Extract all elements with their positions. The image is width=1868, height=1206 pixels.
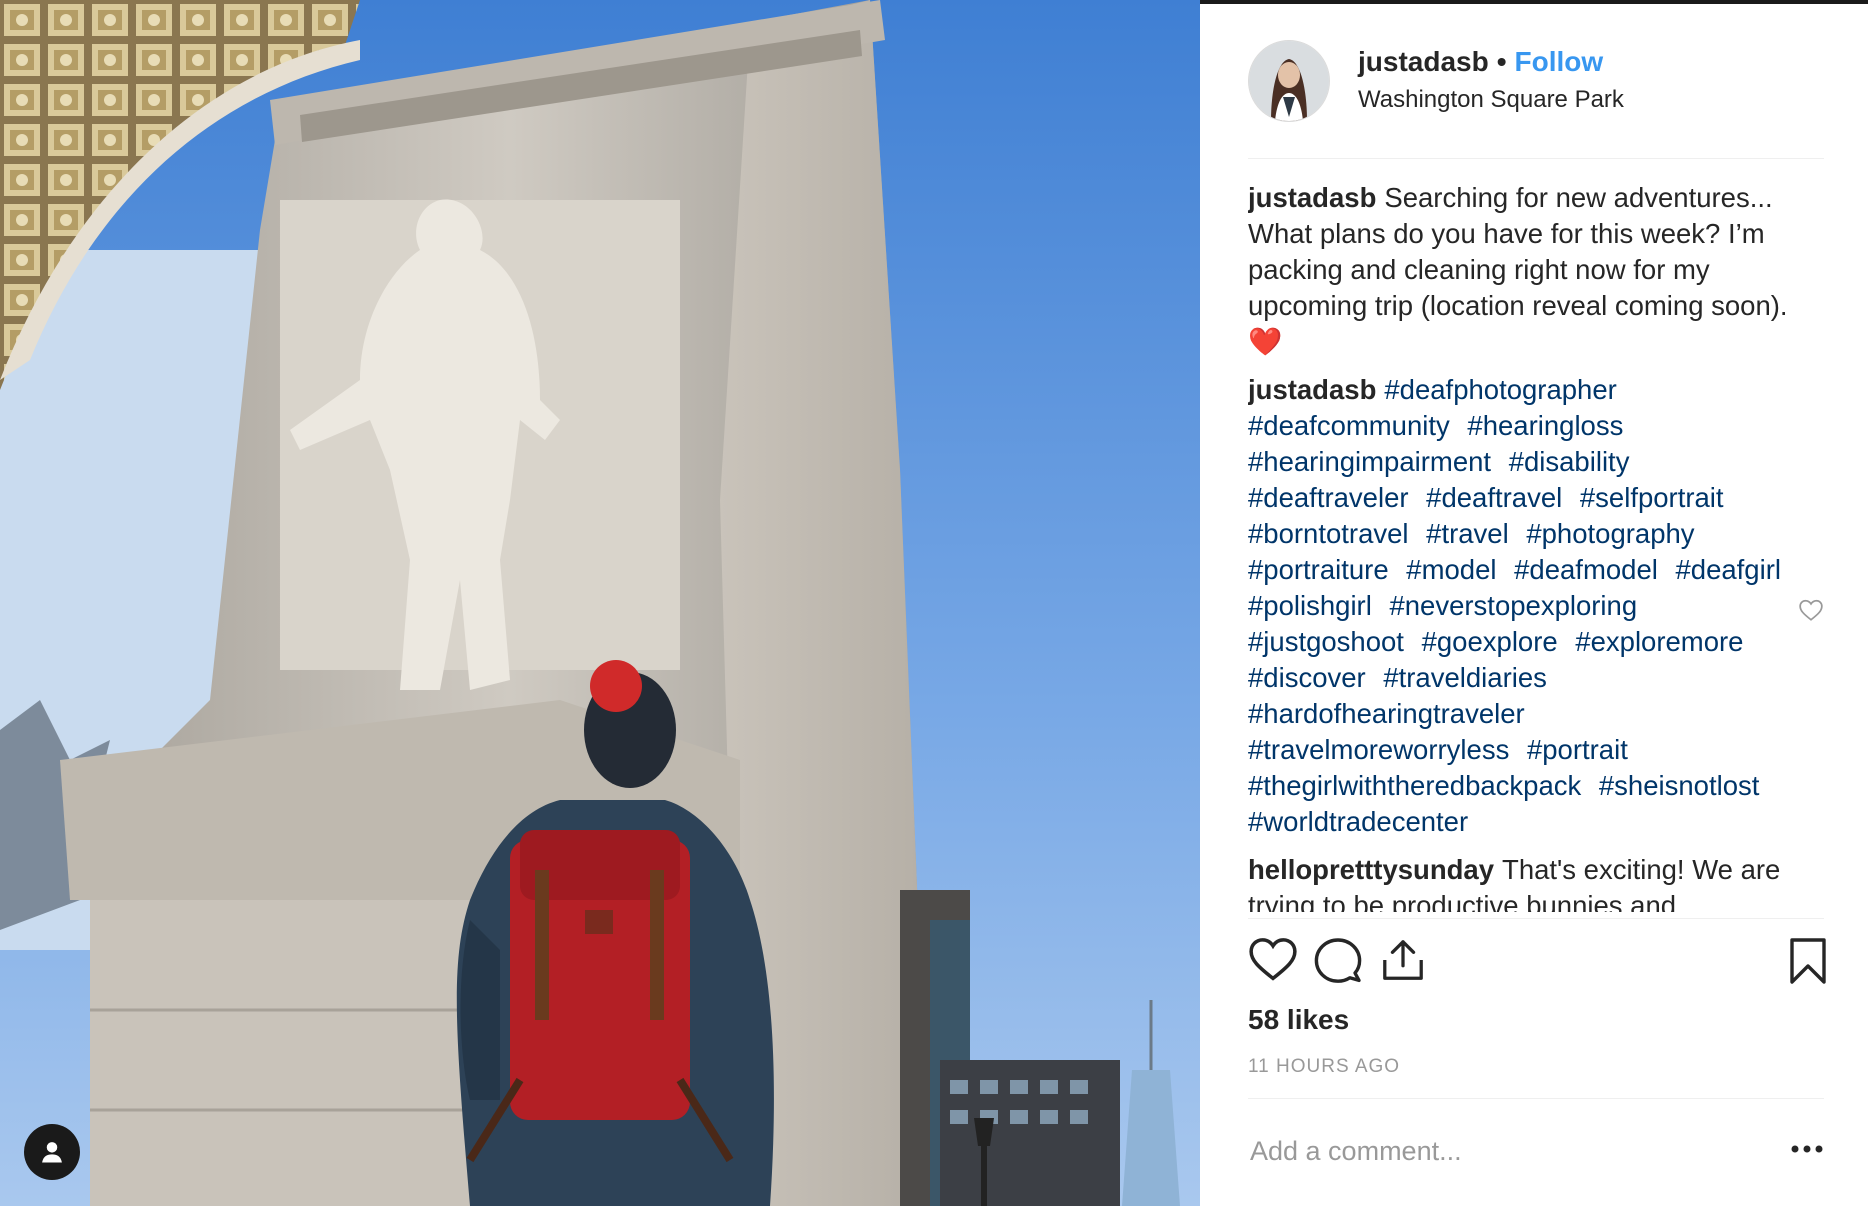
share-icon[interactable] bbox=[1380, 936, 1426, 984]
post-header: justadasb • Follow Washington Square Park bbox=[1248, 40, 1824, 160]
user-icon bbox=[42, 1142, 62, 1163]
hashtag-link[interactable]: #travel bbox=[1426, 518, 1509, 549]
hashtag-comment: justadasb #deafphotographer #deafcommunit… bbox=[1248, 372, 1808, 840]
hashtag-link[interactable]: #exploremore bbox=[1575, 626, 1743, 657]
comment-bubble-icon[interactable] bbox=[1314, 936, 1362, 984]
hashtag-link[interactable]: #hearingimpairment bbox=[1248, 446, 1491, 477]
hashtag-link[interactable]: #deaftraveler bbox=[1248, 482, 1409, 513]
hashtag-link[interactable]: #polishgirl bbox=[1248, 590, 1372, 621]
tagged-users-button[interactable] bbox=[24, 1124, 80, 1180]
hashtag-link[interactable]: #sheisnotlost bbox=[1599, 770, 1760, 801]
avatar[interactable] bbox=[1248, 40, 1330, 122]
top-edge bbox=[1200, 0, 1868, 4]
hashtag-link[interactable]: #deafphotographer bbox=[1384, 374, 1616, 405]
comment-username[interactable]: hellopretttysunday bbox=[1248, 854, 1494, 885]
like-comment-heart-icon[interactable] bbox=[1798, 598, 1824, 622]
hashtag-link[interactable]: #goexplore bbox=[1422, 626, 1558, 657]
comments-list[interactable]: justadasb Searching for new adventures...… bbox=[1248, 180, 1808, 912]
hashtag-link[interactable]: #deaftravel bbox=[1426, 482, 1562, 513]
hashtag-link[interactable]: #model bbox=[1406, 554, 1496, 585]
hashtag-link[interactable]: #neverstopexploring bbox=[1389, 590, 1637, 621]
location-link[interactable]: Washington Square Park bbox=[1358, 86, 1624, 114]
hashtag-link[interactable]: #selfportrait bbox=[1580, 482, 1724, 513]
timestamp-divider bbox=[1248, 1098, 1824, 1099]
hashtag-link[interactable]: #deafgirl bbox=[1675, 554, 1781, 585]
hashtag-link[interactable]: #traveldiaries bbox=[1383, 662, 1547, 693]
post-timestamp[interactable]: 11 HOURS AGO bbox=[1248, 1056, 1400, 1078]
follow-button[interactable]: Follow bbox=[1515, 46, 1604, 77]
hashtag-link[interactable]: #travelmoreworryless bbox=[1248, 734, 1509, 765]
post-photo[interactable] bbox=[0, 0, 1200, 1206]
heart-emoji: ❤️ bbox=[1248, 326, 1283, 357]
hashtag-link[interactable]: #hearingloss bbox=[1467, 410, 1623, 441]
hashtag-link[interactable]: #deafcommunity bbox=[1248, 410, 1450, 441]
heart-icon[interactable] bbox=[1248, 936, 1298, 982]
action-bar bbox=[1248, 936, 1828, 996]
comment-username[interactable]: justadasb bbox=[1248, 182, 1376, 213]
hashtag-link[interactable]: #justgoshoot bbox=[1248, 626, 1404, 657]
owner-line: justadasb • Follow bbox=[1358, 46, 1603, 78]
reply-comment: hellopretttysunday That's exciting! We ar… bbox=[1248, 852, 1808, 912]
caption-comment: justadasb Searching for new adventures...… bbox=[1248, 180, 1808, 360]
more-options-icon[interactable] bbox=[1790, 1144, 1824, 1154]
header-divider bbox=[1248, 158, 1824, 159]
hashtag-link[interactable]: #hardofhearingtraveler bbox=[1248, 698, 1525, 729]
hashtag-link[interactable]: #portrait bbox=[1527, 734, 1628, 765]
hashtag-link[interactable]: #borntotravel bbox=[1248, 518, 1409, 549]
bookmark-icon[interactable] bbox=[1788, 936, 1828, 986]
owner-username[interactable]: justadasb bbox=[1358, 46, 1489, 77]
hashtag-link[interactable]: #deafmodel bbox=[1514, 554, 1658, 585]
avatar-image bbox=[1249, 41, 1329, 121]
hashtag-link[interactable]: #thegirlwiththeredbackpack bbox=[1248, 770, 1581, 801]
post-side-panel: justadasb • Follow Washington Square Park … bbox=[1200, 0, 1868, 1206]
photo-image bbox=[0, 0, 1200, 1206]
hashtag-link[interactable]: #portraiture bbox=[1248, 554, 1389, 585]
comment-username[interactable]: justadasb bbox=[1248, 374, 1376, 405]
hashtag-link[interactable]: #discover bbox=[1248, 662, 1366, 693]
likes-count[interactable]: 58 likes bbox=[1248, 1004, 1349, 1036]
hashtag-link[interactable]: #disability bbox=[1509, 446, 1630, 477]
separator-dot: • bbox=[1496, 46, 1507, 77]
hashtag-link[interactable]: #photography bbox=[1526, 518, 1694, 549]
hashtag-link[interactable]: #worldtradecenter bbox=[1248, 806, 1468, 837]
add-comment-input[interactable] bbox=[1248, 1128, 1732, 1174]
hashtag-list: #deafphotographer #deafcommunity #hearin… bbox=[1248, 374, 1791, 837]
comments-divider bbox=[1248, 918, 1824, 919]
